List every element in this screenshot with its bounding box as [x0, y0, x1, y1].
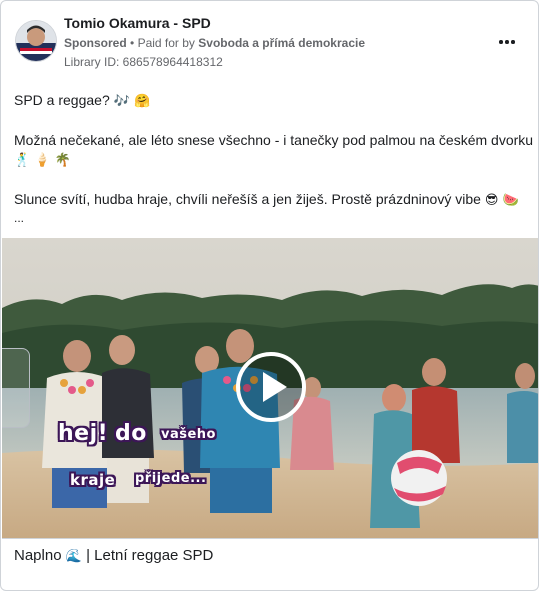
ad-card: Tomio Okamura - SPD Sponsored • Paid for… — [0, 0, 539, 591]
more-options-button[interactable] — [493, 31, 521, 53]
library-id: Library ID: 686578964418312 — [64, 55, 223, 69]
post-line-3: Slunce svítí, hudba hraje, chvíli neřeší… — [14, 191, 519, 208]
page-name[interactable]: Tomio Okamura - SPD — [64, 15, 211, 31]
post-line-2: Možná nečekané, ale léto snese všechno -… — [14, 132, 533, 148]
overlay-word-do: do — [115, 421, 147, 446]
video-caption: Naplno 🌊 | Letní reggae SPD — [14, 547, 213, 564]
meta-separator: • — [130, 36, 135, 50]
post-line-1: SPD a reggae? 🎶 🤗 — [14, 92, 150, 109]
overlay-word-prijede: přijede... — [135, 471, 207, 486]
caption-divider — [2, 538, 538, 539]
overlay-word-vaseho: vašeho — [161, 427, 216, 442]
caption-text: Naplno — [14, 547, 62, 564]
page-avatar[interactable] — [15, 20, 57, 62]
dance-icecream-palm-emoji: 🕺 🍦 🌴 — [14, 153, 71, 168]
carousel-prev-handle[interactable] — [2, 348, 30, 428]
more-options-dot — [511, 40, 515, 44]
wave-emoji: 🌊 — [65, 549, 82, 564]
payer-name[interactable]: Svoboda a přímá demokracie — [198, 36, 365, 50]
caption-rest: | Letní reggae SPD — [86, 547, 214, 564]
sponsored-meta: Sponsored • Paid for by Svoboda a přímá … — [64, 36, 365, 50]
post-line-2-text: Možná nečekané, ale léto snese všechno -… — [14, 132, 534, 148]
music-hug-emoji: 🎶 🤗 — [113, 94, 151, 109]
sponsored-label: Sponsored — [64, 36, 127, 50]
paid-for-prefix: Paid for by — [137, 36, 195, 50]
post-line-3-text: Slunce svítí, hudba hraje, chvíli neřeší… — [14, 191, 481, 207]
post-line-2-emoji: 🕺 🍦 🌴 — [14, 151, 71, 168]
see-more-ellipsis[interactable]: ... — [14, 211, 24, 225]
overlay-word-hej: hej! — [58, 421, 109, 446]
play-icon — [236, 352, 306, 422]
video-player[interactable]: hej! do vašeho kraje přijede... — [2, 238, 538, 538]
sunglasses-melon-emoji: 😎 🍉 — [484, 193, 519, 208]
play-button[interactable] — [235, 351, 307, 423]
more-options-dot — [505, 40, 509, 44]
more-options-icon — [499, 40, 503, 44]
post-line-1-text: SPD a reggae? — [14, 92, 110, 108]
overlay-word-kraje: kraje — [70, 471, 116, 489]
